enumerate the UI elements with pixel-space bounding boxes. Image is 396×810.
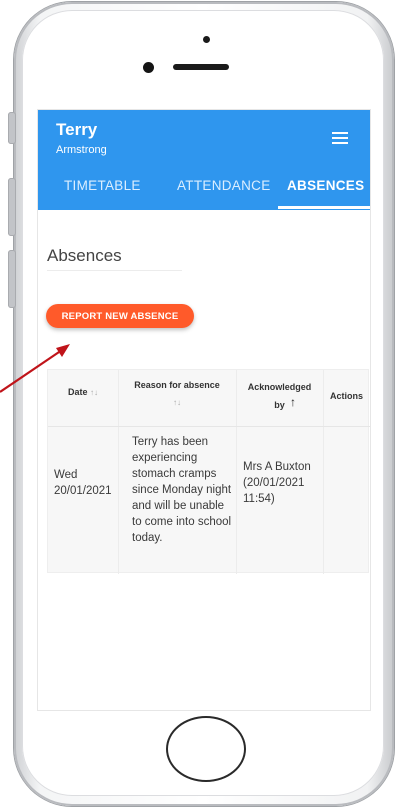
mute-switch: [8, 112, 16, 144]
tab-absences[interactable]: ABSENCES: [287, 178, 364, 193]
cell-date: Wed 20/01/2021: [54, 469, 112, 497]
front-camera-dot: [203, 36, 210, 43]
column-header-acknowledged[interactable]: Acknowledged by ↑: [236, 378, 323, 414]
home-button[interactable]: [166, 716, 246, 782]
earpiece-speaker: [173, 64, 229, 70]
column-header-reason[interactable]: Reason for absence ↑↓: [118, 378, 236, 410]
absences-table: Date ↑↓ Reason for absence ↑↓ Acknowledg…: [47, 369, 370, 574]
sort-ascending-icon[interactable]: ↑: [290, 395, 296, 409]
title-divider: [47, 270, 182, 271]
cell-acknowledged: Mrs A Buxton (20/01/2021 11:54): [243, 461, 311, 505]
volume-up-button: [8, 178, 16, 236]
tab-timetable[interactable]: TIMETABLE: [64, 178, 141, 193]
column-header-date[interactable]: Date ↑↓: [48, 385, 118, 400]
sensor-dot: [143, 62, 154, 73]
user-first-name: Terry: [56, 120, 98, 139]
user-last-name: Armstrong: [56, 144, 107, 156]
phone-screen: Terry Armstrong TIMETABLE ATTENDANCE ABS…: [38, 110, 370, 710]
report-new-absence-button[interactable]: REPORT NEW ABSENCE: [46, 304, 194, 328]
column-header-actions: Actions: [329, 391, 363, 401]
tab-attendance[interactable]: ATTENDANCE: [177, 178, 271, 193]
page-title: Absences: [47, 246, 122, 265]
volume-down-button: [8, 250, 16, 308]
cell-reason: Terry has been experiencing stomach cram…: [132, 436, 232, 544]
sort-icon[interactable]: ↑↓: [118, 396, 236, 410]
sort-icon[interactable]: ↑↓: [90, 388, 98, 397]
hamburger-menu-icon[interactable]: [332, 132, 348, 144]
app-header: Terry Armstrong TIMETABLE ATTENDANCE ABS…: [38, 110, 370, 210]
header-divider: [48, 426, 370, 427]
active-tab-indicator: [278, 206, 370, 209]
